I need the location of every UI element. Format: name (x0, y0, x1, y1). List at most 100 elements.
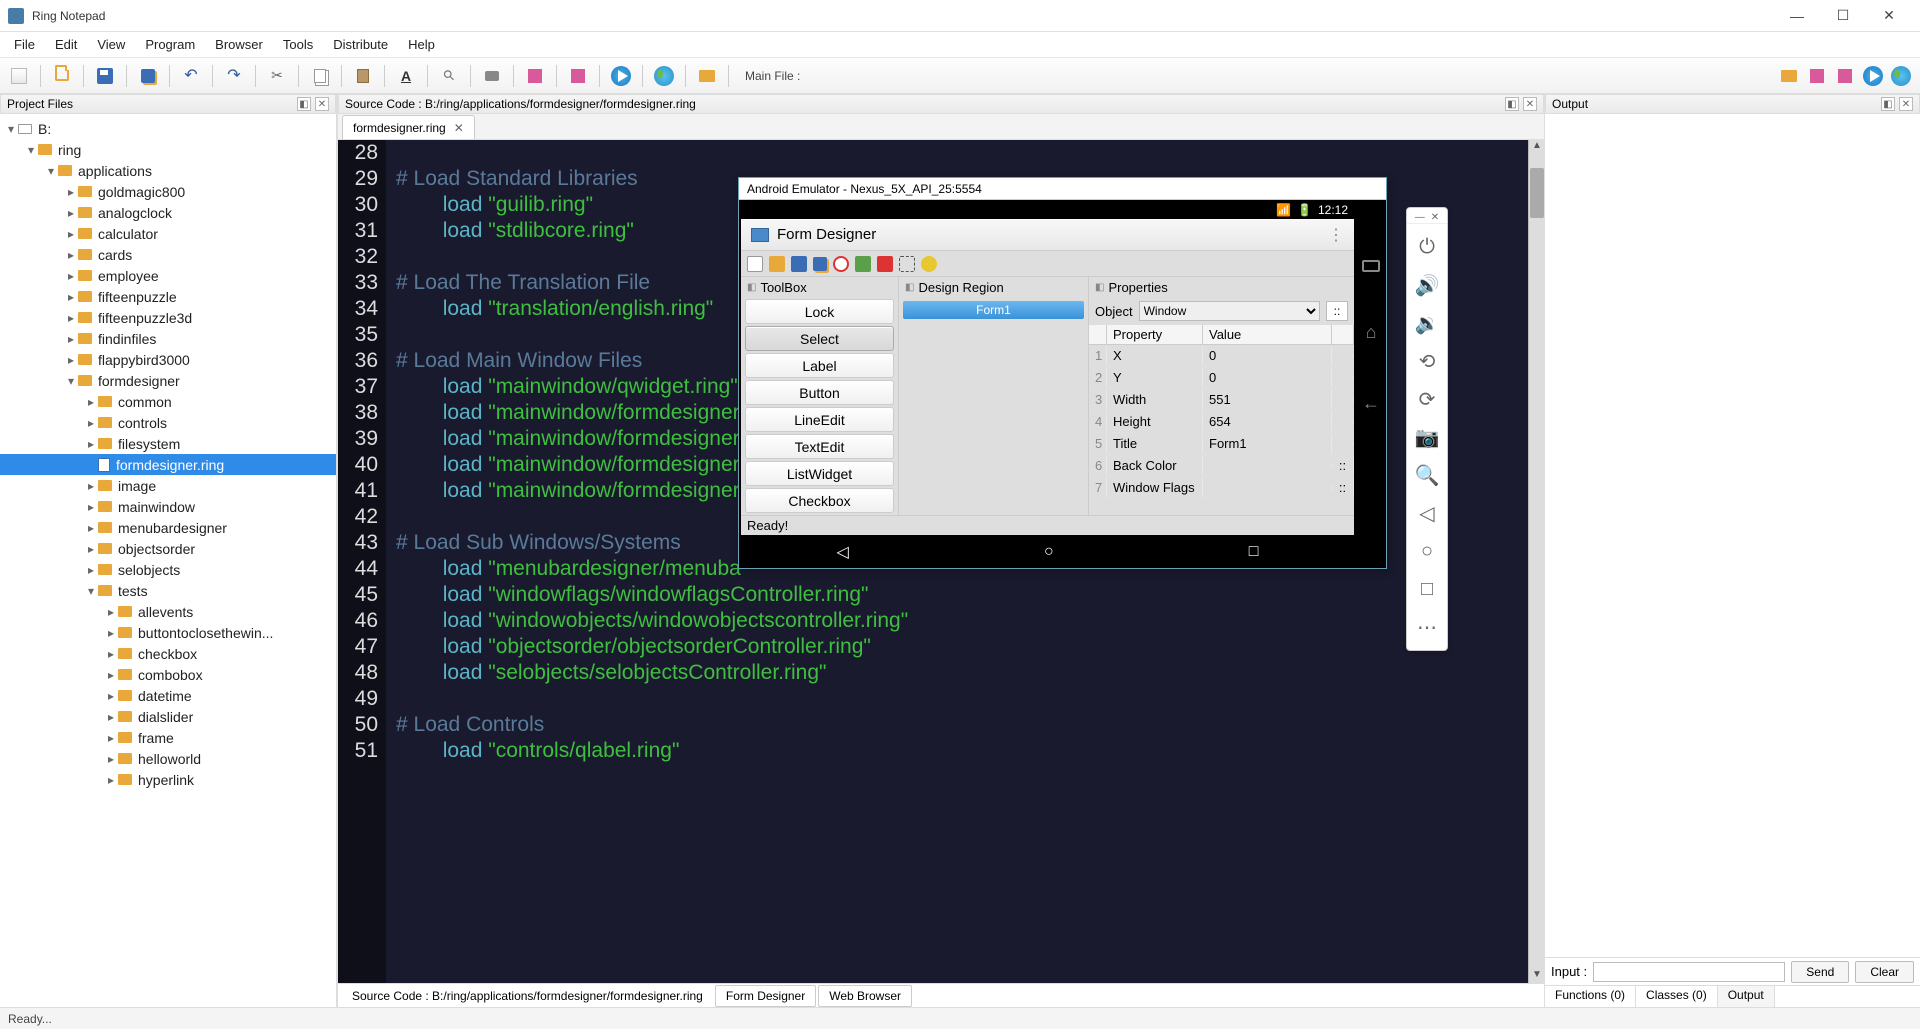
emu-notif-icon[interactable] (1362, 260, 1380, 272)
tree-item[interactable]: ▸helloworld (0, 748, 336, 769)
emu-camera-icon[interactable]: 📷 (1408, 418, 1446, 456)
expand-icon[interactable]: ▸ (86, 563, 96, 577)
expand-icon[interactable]: ▾ (46, 164, 56, 178)
code-line[interactable] (386, 322, 396, 348)
code-line[interactable]: load "selobjects/selobjectsController.ri… (386, 660, 826, 686)
expand-icon[interactable]: ▸ (66, 206, 76, 220)
tree-item[interactable]: ▸findinfiles (0, 328, 336, 349)
tree-item[interactable]: ▾B: (0, 118, 336, 139)
tree-item[interactable]: ▸combobox (0, 664, 336, 685)
expand-icon[interactable]: ▸ (86, 521, 96, 535)
tree-item[interactable]: ▾formdesigner (0, 370, 336, 391)
output-input-field[interactable] (1593, 962, 1785, 982)
tree-item[interactable]: ▸image (0, 475, 336, 496)
app-save-icon[interactable] (791, 256, 807, 272)
code-line[interactable]: load "mainwindow/formdesigner (386, 452, 740, 478)
property-row[interactable]: 3Width551 (1089, 389, 1354, 411)
expand-icon[interactable]: ▸ (106, 731, 116, 745)
expand-icon[interactable]: ▸ (106, 689, 116, 703)
send-button[interactable]: Send (1791, 961, 1849, 983)
emu-more-icon[interactable]: ⋯ (1408, 608, 1446, 646)
menu-file[interactable]: File (4, 33, 45, 56)
run2-button[interactable] (1862, 65, 1884, 87)
nav-home-icon[interactable]: ○ (1044, 543, 1054, 561)
redo-button[interactable]: ↷ (223, 65, 245, 87)
menu-distribute[interactable]: Distribute (323, 33, 398, 56)
expand-icon[interactable]: ▸ (106, 605, 116, 619)
minimize-button[interactable]: — (1774, 1, 1820, 31)
expand-icon[interactable]: ▸ (86, 395, 96, 409)
editor-tab[interactable]: formdesigner.ring ✕ (342, 115, 475, 139)
code-line[interactable]: load "guilib.ring" (386, 192, 593, 218)
expand-icon[interactable]: ▸ (106, 668, 116, 682)
tree-item[interactable]: ▸frame (0, 727, 336, 748)
tree-item[interactable]: ▸filesystem (0, 433, 336, 454)
menu-browser[interactable]: Browser (205, 33, 273, 56)
code-line[interactable]: load "windowflags/windowflagsController.… (386, 582, 869, 608)
tree-item[interactable]: ▸hyperlink (0, 769, 336, 790)
tree-item[interactable]: ▸objectsorder (0, 538, 336, 559)
web2-button[interactable] (1890, 65, 1912, 87)
code-line[interactable] (386, 140, 396, 166)
app-select-icon[interactable] (899, 256, 915, 272)
save-button[interactable] (94, 65, 116, 87)
output-tab-classes[interactable]: Classes (0) (1636, 986, 1718, 1007)
expand-icon[interactable]: ▾ (66, 374, 76, 388)
set-main-button[interactable] (696, 65, 718, 87)
tree-item[interactable]: ▸fifteenpuzzle3d (0, 307, 336, 328)
open-file-button[interactable] (51, 65, 73, 87)
debug2-button[interactable] (1806, 65, 1828, 87)
tree-item[interactable]: ▾applications (0, 160, 336, 181)
expand-icon[interactable]: ▾ (6, 122, 16, 136)
bottom-tab-webbrowser[interactable]: Web Browser (818, 985, 912, 1007)
object-select[interactable]: Window (1139, 301, 1320, 321)
editor-float-icon[interactable]: ◧ (1505, 97, 1519, 111)
code-line[interactable]: load "mainwindow/formdesigner (386, 400, 740, 426)
property-row[interactable]: 7Window Flags:: (1089, 477, 1354, 499)
emu-min-icon[interactable]: — (1415, 212, 1425, 219)
nav-recent-icon[interactable]: □ (1249, 543, 1259, 561)
expand-icon[interactable]: ▸ (66, 227, 76, 241)
code-line[interactable]: load "windowobjects/windowobjectscontrol… (386, 608, 908, 634)
output-tab-functions[interactable]: Functions (0) (1545, 986, 1636, 1007)
code-line[interactable]: # Load Standard Libraries (386, 166, 638, 192)
expand-icon[interactable]: ▸ (66, 353, 76, 367)
code-line[interactable]: load "objectsorder/objectsorderControlle… (386, 634, 871, 660)
tree-item[interactable]: formdesigner.ring (0, 454, 336, 475)
expand-icon[interactable]: ▸ (106, 710, 116, 724)
emu-recent2-icon[interactable]: □ (1408, 570, 1446, 608)
clear-button[interactable]: Clear (1855, 961, 1914, 983)
expand-icon[interactable]: ▸ (66, 248, 76, 262)
tree-item[interactable]: ▸employee (0, 265, 336, 286)
emu-volup-icon[interactable]: 🔊 (1408, 266, 1446, 304)
app-saveas-icon[interactable] (813, 257, 827, 271)
tree-item[interactable]: ▸datetime (0, 685, 336, 706)
attach-button[interactable]: ⚲ (438, 65, 460, 87)
tree-item[interactable]: ▸flappybird3000 (0, 349, 336, 370)
design-form-item[interactable]: Form1 (903, 301, 1084, 319)
code-line[interactable]: # Load Controls (386, 712, 544, 738)
emu-power-icon[interactable]: ⏻ (1408, 228, 1446, 266)
expand-icon[interactable]: ▸ (106, 626, 116, 640)
tree-item[interactable]: ▾ring (0, 139, 336, 160)
app-open-icon[interactable] (769, 256, 785, 272)
emu-home2-icon[interactable]: ○ (1408, 532, 1446, 570)
output-float-icon[interactable]: ◧ (1881, 97, 1895, 111)
android-emulator-window[interactable]: Android Emulator - Nexus_5X_API_25:5554 … (738, 177, 1387, 569)
nav-back-icon[interactable]: ◁ (837, 542, 849, 562)
property-row[interactable]: 5TitleForm1 (1089, 433, 1354, 455)
code-line[interactable]: load "menubardesigner/menuba (386, 556, 741, 582)
cut-button[interactable]: ✂ (266, 65, 288, 87)
panel-close-icon[interactable]: ✕ (315, 97, 329, 111)
output-tab-output[interactable]: Output (1718, 986, 1775, 1007)
tool-button[interactable]: Button (745, 380, 894, 405)
expand-icon[interactable]: ▸ (66, 269, 76, 283)
maximize-button[interactable]: ☐ (1820, 1, 1866, 31)
code-line[interactable]: load "mainwindow/formdesigner (386, 426, 740, 452)
paste-button[interactable] (352, 65, 374, 87)
open2-button[interactable] (1778, 65, 1800, 87)
code-line[interactable]: load "mainwindow/formdesigner (386, 478, 740, 504)
menu-edit[interactable]: Edit (45, 33, 87, 56)
run-button[interactable] (610, 65, 632, 87)
app-copy-icon[interactable] (855, 256, 871, 272)
